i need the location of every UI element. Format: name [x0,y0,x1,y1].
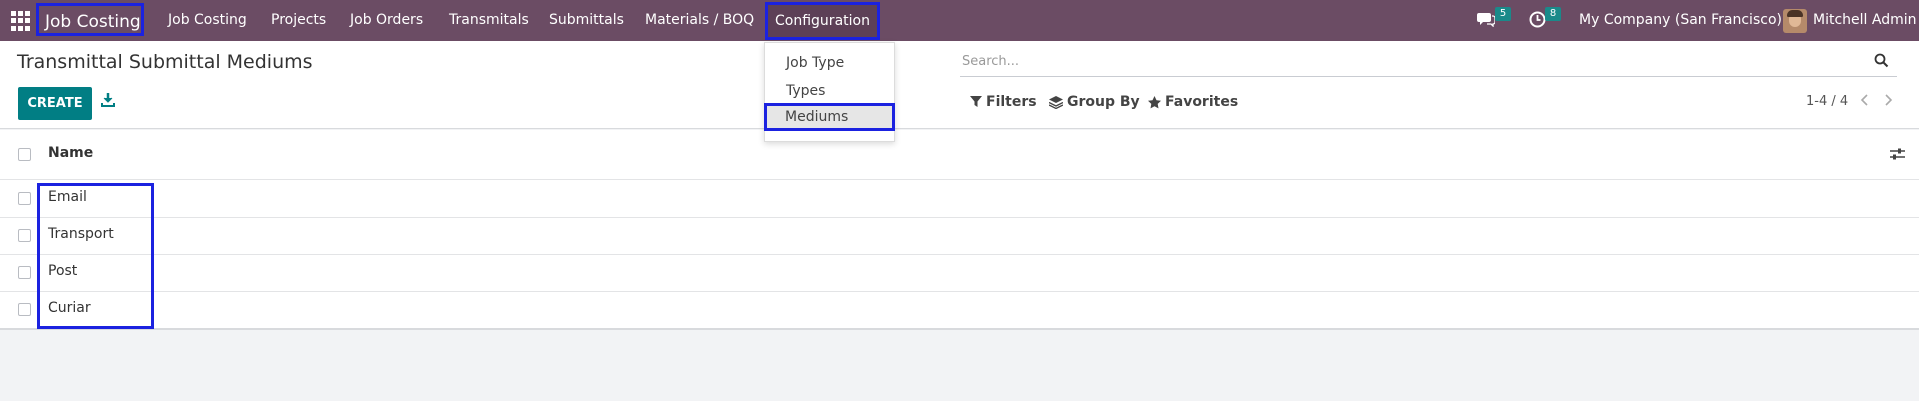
filters-label: Filters [986,94,1037,110]
optional-columns-icon[interactable] [1890,146,1905,165]
chevron-left-icon[interactable] [1859,92,1873,110]
table-row[interactable]: Transport [0,218,1919,255]
name-cell[interactable]: Curiar [48,300,91,316]
user-avatar[interactable] [1783,9,1807,33]
company-switcher[interactable]: My Company (San Francisco) [1579,0,1782,41]
control-panel: Transmittal Submittal Mediums CREATE Fil… [0,41,1919,129]
dropdown-item-mediums[interactable]: Mediums [764,103,895,131]
filters-button[interactable]: Filters [970,94,1037,110]
top-navbar: Job Costing Job Costing Projects Job Ord… [0,0,1919,41]
app-brand[interactable]: Job Costing [36,3,144,36]
activities-count-badge: 8 [1545,7,1561,21]
table-row[interactable]: Email [0,181,1919,218]
menu-job-costing[interactable]: Job Costing [168,0,247,41]
list-view: Name Email Transport Post Curiar [0,130,1919,330]
name-cell[interactable]: Transport [48,226,114,242]
layers-icon [1049,95,1063,109]
name-cell[interactable]: Email [48,189,87,205]
menu-transmitals[interactable]: Transmitals [449,0,529,41]
search-icon[interactable] [1874,53,1889,72]
clock-icon[interactable] [1529,11,1546,32]
name-cell[interactable]: Post [48,263,77,279]
page-title: Transmittal Submittal Mediums [17,51,313,73]
column-header-name[interactable]: Name [48,145,93,161]
row-checkbox[interactable] [18,303,31,316]
filter-icon [970,96,982,107]
group-by-label: Group By [1067,94,1140,110]
menu-materials-boq[interactable]: Materials / BOQ [645,0,754,41]
menu-projects[interactable]: Projects [271,0,326,41]
pager-value[interactable]: 1-4 / 4 [1806,94,1848,109]
star-icon [1148,95,1161,108]
chevron-right-icon[interactable] [1882,92,1896,110]
dropdown-item-types[interactable]: Types [765,77,894,105]
menu-configuration[interactable]: Configuration [765,2,880,40]
search-input[interactable] [962,50,1842,72]
menu-submittals[interactable]: Submittals [549,0,624,41]
messages-count-badge: 5 [1495,7,1511,21]
list-header-row: Name [0,130,1919,180]
dropdown-item-job-type[interactable]: Job Type [765,49,894,77]
chat-icon[interactable] [1477,11,1496,31]
apps-grid-icon[interactable] [11,11,31,31]
favorites-button[interactable]: Favorites [1148,94,1238,110]
favorites-label: Favorites [1165,94,1239,110]
table-row[interactable]: Curiar [0,292,1919,329]
configuration-dropdown: Job Type Types Mediums [764,42,895,142]
table-row[interactable]: Post [0,255,1919,292]
row-checkbox[interactable] [18,192,31,205]
user-menu[interactable]: Mitchell Admin [1813,0,1917,41]
row-checkbox[interactable] [18,266,31,279]
group-by-button[interactable]: Group By [1049,94,1140,110]
row-checkbox[interactable] [18,229,31,242]
select-all-checkbox[interactable] [18,148,31,161]
create-button[interactable]: CREATE [18,87,92,120]
download-icon[interactable] [101,92,119,112]
search-bar [960,46,1897,77]
menu-job-orders[interactable]: Job Orders [350,0,423,41]
